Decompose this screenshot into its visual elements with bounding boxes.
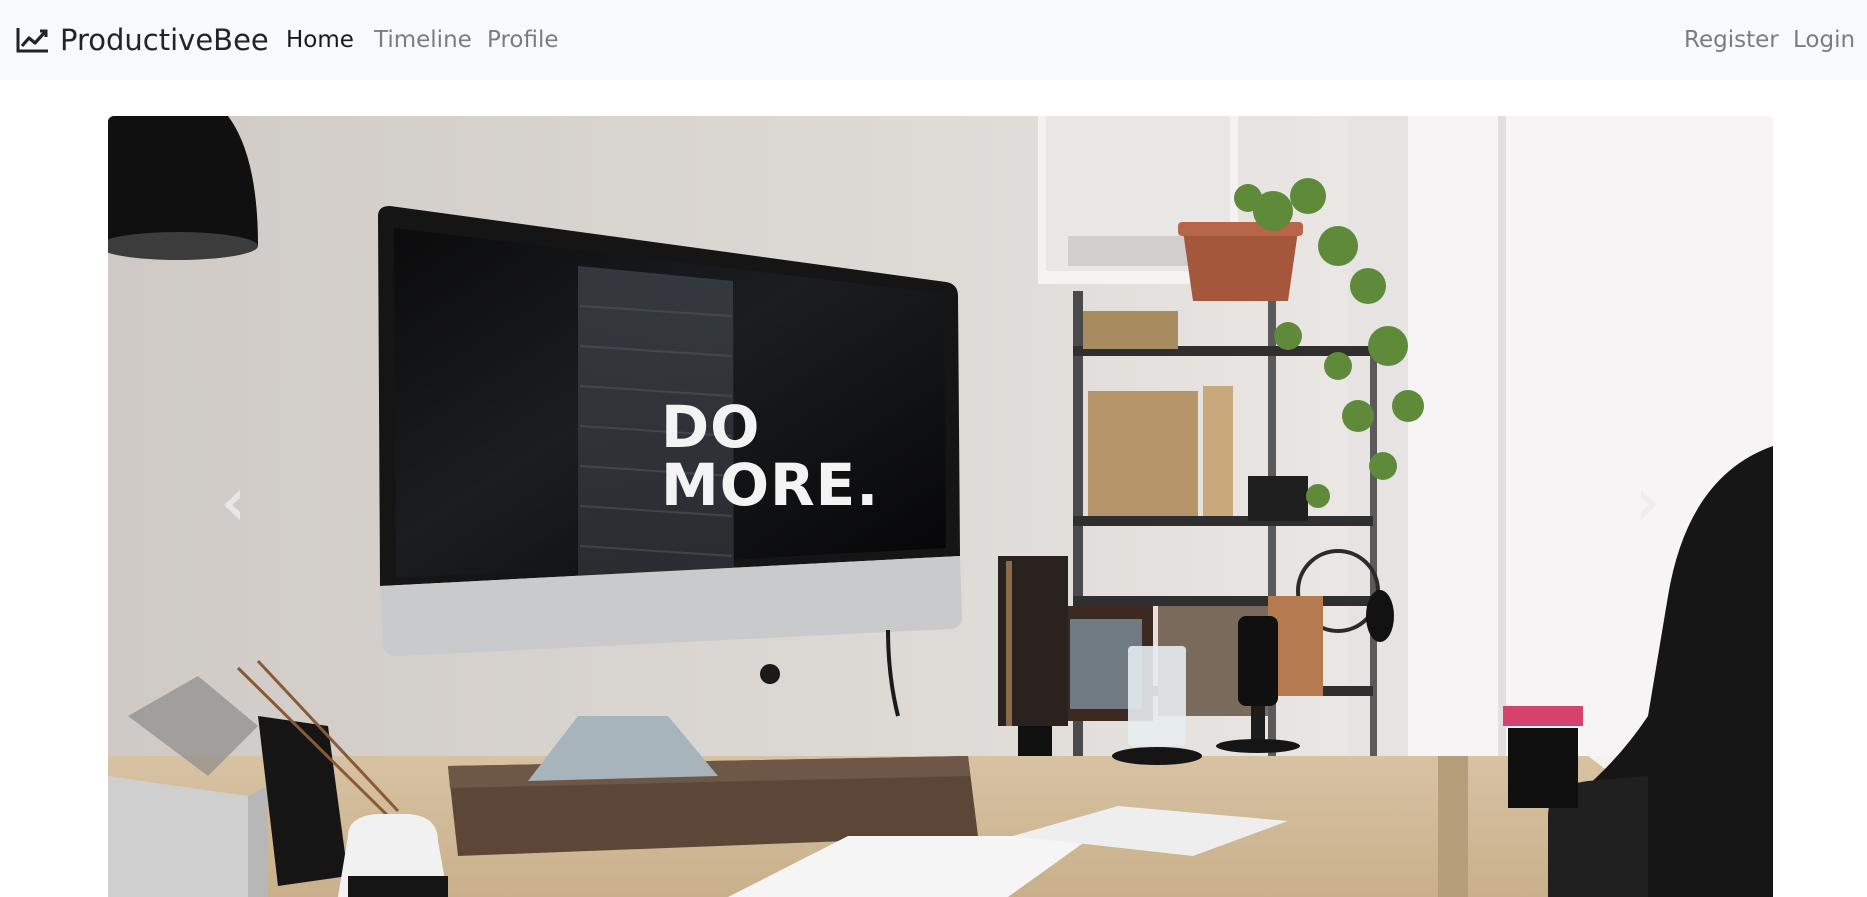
navbar: ProductiveBee Home Timeline Profile Regi… [0,0,1867,80]
screen-text-line1: DO [661,393,761,461]
chevron-left-icon [220,488,246,526]
carousel-next-button[interactable] [1523,116,1773,897]
screen-text-line2: MORE. [661,451,880,519]
nav-timeline[interactable]: Timeline [374,0,472,80]
brand-link[interactable]: ProductiveBee [16,0,269,80]
brand-name: ProductiveBee [60,23,269,57]
carousel: DO MORE. [108,116,1773,897]
trending-up-icon [16,26,50,54]
monitor-screen-text: DO MORE. [661,398,961,514]
nav-login[interactable]: Login [1793,0,1855,80]
nav-register[interactable]: Register [1684,0,1779,80]
nav-home[interactable]: Home [286,0,354,80]
nav-profile[interactable]: Profile [487,0,559,80]
carousel-prev-button[interactable] [108,116,358,897]
chevron-right-icon [1635,488,1661,526]
